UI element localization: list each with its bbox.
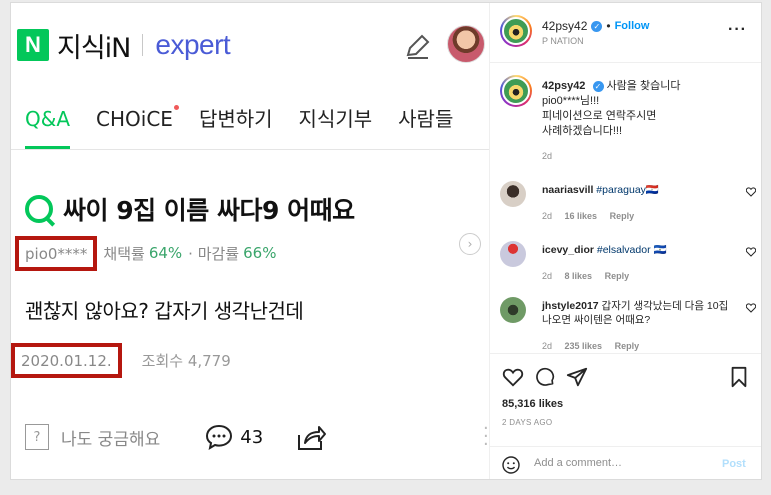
meta-row: 2020.01.12. 조회수 4,779: [11, 343, 231, 378]
comment-meta: 2d 235 likes Reply: [542, 341, 649, 351]
question-mark-icon[interactable]: ?: [25, 424, 49, 450]
deadline-label: · 마감률: [188, 244, 240, 263]
comment-meta: 2d 16 likes Reply: [542, 211, 644, 221]
commenter-username[interactable]: naariasvill: [542, 184, 593, 196]
reply-button[interactable]: Reply: [615, 341, 640, 351]
kin-logo[interactable]: N 지식iN expert: [17, 25, 231, 65]
reply-button[interactable]: Reply: [605, 271, 630, 281]
view-count: 조회수 4,779: [141, 352, 231, 370]
commenter-avatar[interactable]: [500, 181, 526, 207]
post-button[interactable]: Post: [722, 458, 746, 470]
author-row: pio0**** 채택률 64% · 마감률 66%: [15, 231, 276, 275]
highlight-box-author: pio0****: [15, 235, 98, 271]
question-actions: ? 나도 궁금해요 43 · · ·: [25, 417, 489, 457]
tab-qna[interactable]: Q&A: [25, 103, 71, 149]
tab-answer[interactable]: 답변하기: [199, 103, 273, 149]
kin-page: N 지식iN expert Q&A CHOiCE 답변하기 지식기부 사람들 싸…: [11, 3, 489, 479]
author-name[interactable]: pio0****: [25, 245, 87, 263]
comment-item: icevy_dior #elsalvador 🇸🇻 2d 8 likes Rep…: [500, 241, 756, 281]
comment-likes[interactable]: 8 likes: [565, 271, 593, 281]
kin-title: 지식iN: [57, 32, 131, 64]
question-date: 2020.01.12.: [21, 352, 112, 370]
comment-time: 2d: [542, 271, 553, 281]
add-comment-row: Post: [490, 446, 761, 479]
curious-button[interactable]: 나도 궁금해요: [61, 425, 160, 450]
caption-line-3: 피네이션으로 연락주시면: [542, 110, 657, 122]
question-body: 괜찮지 않아요? 갑자기 생각난건데: [25, 299, 304, 323]
caption-avatar[interactable]: [500, 75, 532, 107]
heart-icon[interactable]: [502, 366, 524, 388]
more-options-icon[interactable]: ···: [728, 21, 747, 39]
more-vertical-icon[interactable]: · · ·: [483, 420, 489, 454]
heart-icon[interactable]: [746, 187, 756, 197]
commenter-avatar[interactable]: [500, 241, 526, 267]
reply-button[interactable]: Reply: [610, 211, 635, 221]
pencil-icon[interactable]: [403, 33, 431, 61]
tabs-divider: [11, 149, 489, 150]
tab-choice[interactable]: CHOiCE: [96, 103, 179, 149]
post-actions: 85,316 likes 2 DAYS AGO Post: [490, 353, 761, 479]
caption-line-4: 사례하겠습니다!!!: [542, 125, 623, 137]
poster-username[interactable]: 42psy42: [542, 19, 587, 33]
comment-icon[interactable]: [204, 422, 234, 452]
chevron-right-icon[interactable]: ›: [459, 233, 481, 255]
poster-avatar[interactable]: [500, 15, 532, 47]
commenter-username[interactable]: jhstyle2017: [542, 300, 599, 312]
commenter-username[interactable]: icevy_dior: [542, 244, 594, 256]
send-icon[interactable]: [566, 366, 588, 388]
comment-text: jhstyle2017 갑자기 생각났는데 다음 10집 나오면 싸이텐은 어때…: [542, 299, 732, 327]
adopt-rate: 64%: [148, 244, 183, 262]
heart-icon[interactable]: [746, 247, 756, 257]
caption-username[interactable]: 42psy42: [542, 80, 585, 92]
emoji-icon[interactable]: [502, 456, 520, 474]
comment-text: icevy_dior #elsalvador 🇸🇻: [542, 243, 732, 257]
naver-n-badge: N: [17, 29, 49, 61]
deadline-rate: 66%: [243, 244, 277, 262]
tab-people[interactable]: 사람들: [398, 103, 453, 149]
comment-hashtag[interactable]: #elsalvador 🇸🇻: [597, 244, 667, 256]
bookmark-icon[interactable]: [728, 366, 750, 388]
comment-count: 43: [240, 426, 264, 448]
q-icon: [25, 195, 53, 223]
commenter-avatar[interactable]: [500, 297, 526, 323]
heart-icon[interactable]: [746, 303, 756, 313]
screenshot-frame: N 지식iN expert Q&A CHOiCE 답변하기 지식기부 사람들 싸…: [10, 2, 762, 480]
comment-hashtag[interactable]: #paraguay🇵🇾: [596, 184, 659, 196]
separator-dot: •: [606, 19, 611, 33]
comment-bubble-icon[interactable]: [534, 366, 556, 388]
comment-time: 2d: [542, 341, 553, 351]
highlight-box-date: 2020.01.12.: [11, 343, 122, 378]
comment-text: naariasvill #paraguay🇵🇾: [542, 183, 732, 197]
caption-line-1: 사람을 찾습니다: [606, 80, 681, 92]
share-icon[interactable]: [295, 421, 327, 453]
question-header: 싸이 9집 이름 싸다9 어때요: [25, 191, 355, 227]
like-count[interactable]: 85,316 likes: [502, 398, 563, 410]
tab-donate[interactable]: 지식기부: [299, 103, 373, 149]
new-dot: [173, 105, 179, 110]
adopt-label: 채택률: [103, 244, 145, 263]
poster-line: 42psy42 ✓ • Follow: [542, 19, 649, 33]
logo-divider: [142, 34, 144, 56]
verified-badge-icon: ✓: [591, 20, 603, 32]
post-header: 42psy42 ✓ • Follow P NATION ···: [490, 3, 761, 63]
expert-link[interactable]: expert: [155, 29, 230, 61]
profile-avatar[interactable]: [447, 25, 485, 63]
kin-tabs: Q&A CHOiCE 답변하기 지식기부 사람들: [25, 103, 479, 149]
question-title: 싸이 9집 이름 싸다9 어때요: [63, 196, 355, 225]
comment-item: jhstyle2017 갑자기 생각났는데 다음 10집 나오면 싸이텐은 어때…: [500, 297, 756, 351]
comment-meta: 2d 8 likes Reply: [542, 271, 639, 281]
caption-line-2: pio0****님!!!: [542, 95, 600, 107]
comment-item: naariasvill #paraguay🇵🇾 2d 16 likes Repl…: [500, 181, 756, 221]
poster-subtitle[interactable]: P NATION: [542, 36, 584, 46]
add-comment-input[interactable]: [534, 457, 714, 469]
caption-time: 2d: [542, 151, 553, 161]
comment-likes[interactable]: 235 likes: [565, 341, 603, 351]
instagram-panel: 42psy42 ✓ • Follow P NATION ··· 42psy42 …: [489, 3, 761, 479]
caption-text: 42psy42 ✓ 사람을 찾습니다 pio0****님!!! 피네이션으로 연…: [542, 79, 752, 139]
comment-likes[interactable]: 16 likes: [565, 211, 598, 221]
post-age: 2 DAYS AGO: [502, 418, 553, 427]
follow-button[interactable]: Follow: [615, 20, 650, 32]
comment-time: 2d: [542, 211, 553, 221]
verified-badge-icon: ✓: [592, 81, 604, 92]
